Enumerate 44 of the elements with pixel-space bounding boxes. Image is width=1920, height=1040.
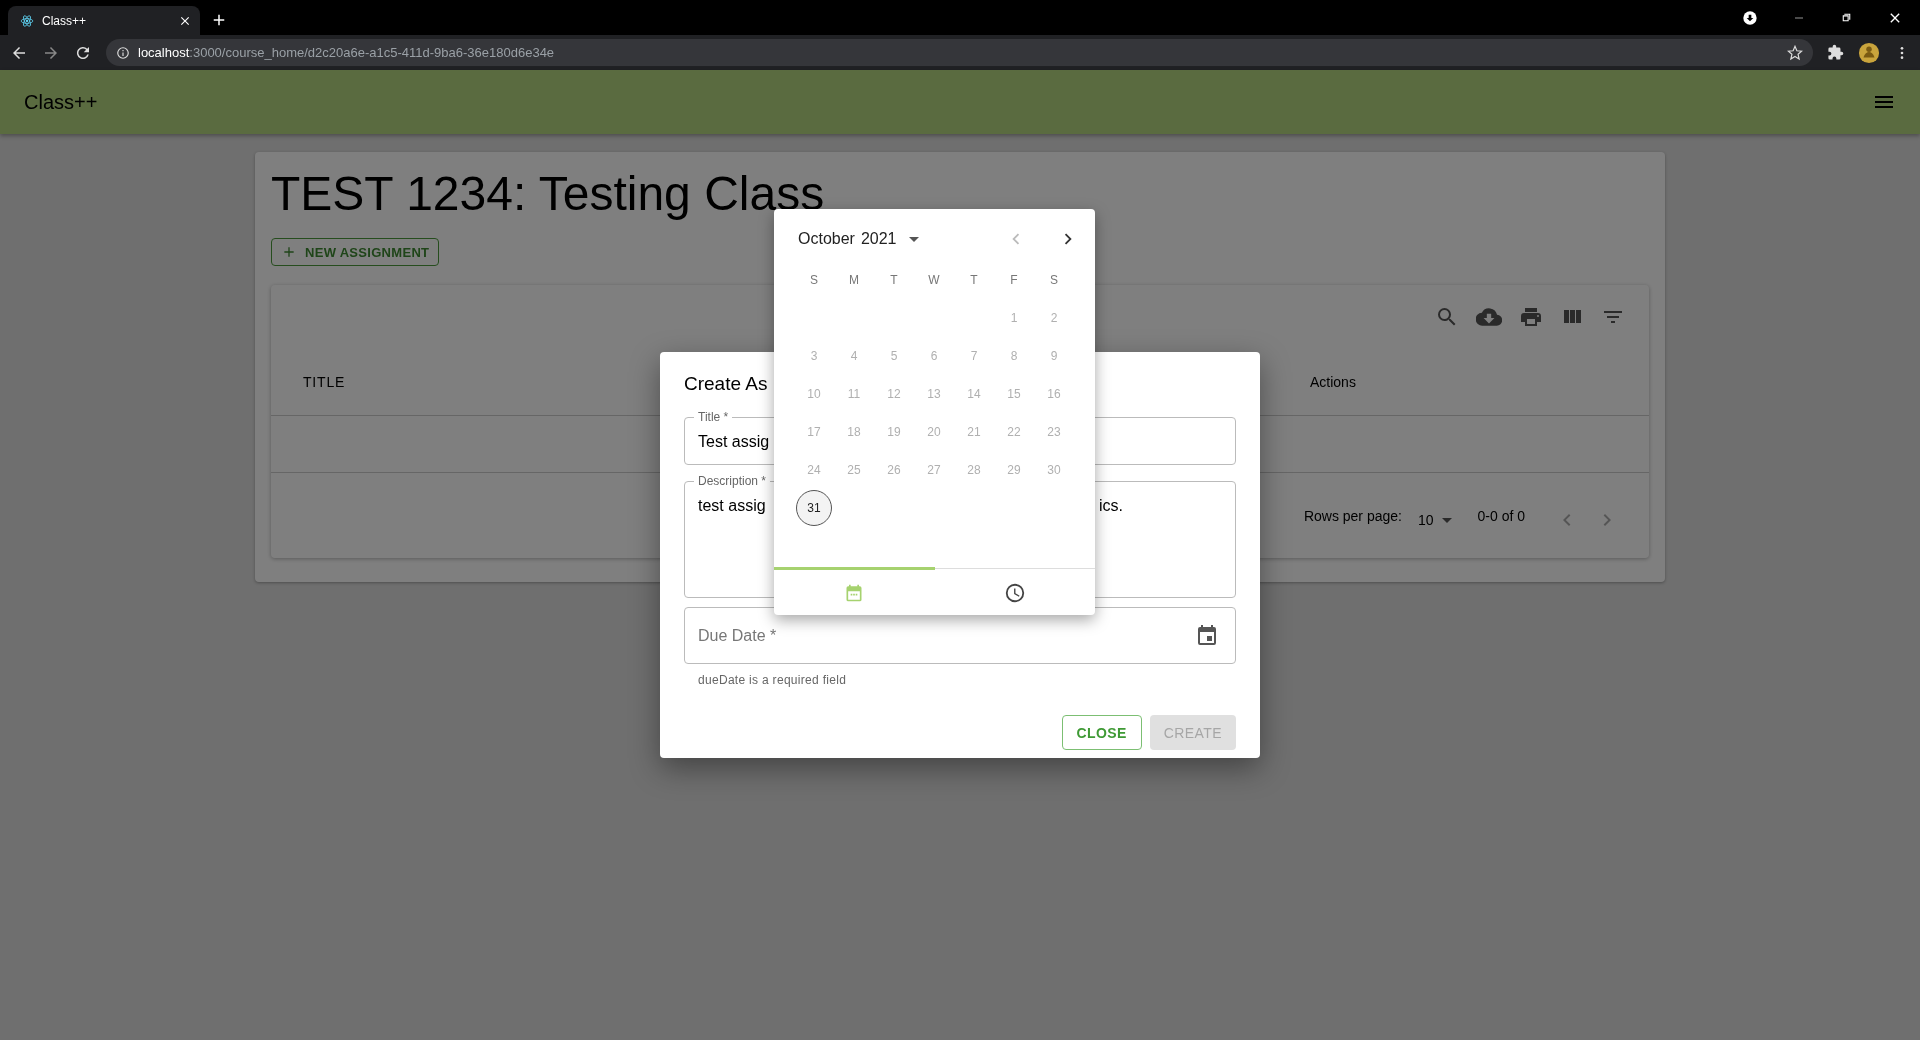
field-label: Description * xyxy=(697,474,768,488)
calendar-day[interactable]: 31 xyxy=(796,490,832,526)
weekday-label: T xyxy=(889,272,899,289)
weekday-label: W xyxy=(927,272,941,289)
browser-tab[interactable]: Class++ xyxy=(8,6,200,35)
calendar-icon xyxy=(844,582,865,603)
column-header: Actions xyxy=(1310,374,1356,390)
weekday-label: T xyxy=(969,272,979,289)
field-placeholder: Due Date * xyxy=(698,625,778,646)
dialog-button[interactable]: CLOSE xyxy=(1061,715,1142,750)
dialog-title: Create As xyxy=(684,372,768,396)
weekday-label: S xyxy=(1049,272,1059,289)
page-range: 0-0 of 0 xyxy=(1477,507,1525,524)
weekday-label: M xyxy=(848,272,860,289)
plus-icon xyxy=(281,244,297,260)
helper-text: dueDate is a required field xyxy=(698,673,848,687)
info-icon[interactable] xyxy=(116,45,130,60)
restore-icon[interactable] xyxy=(1840,11,1853,24)
field-value: Test assig xyxy=(698,432,770,452)
tab-title: Class++ xyxy=(42,13,88,28)
star-icon[interactable] xyxy=(1787,44,1803,61)
caret-icon[interactable] xyxy=(908,236,919,242)
app-title: Class++ xyxy=(24,90,98,114)
column-header: TITLE xyxy=(303,374,346,390)
printer-icon[interactable] xyxy=(1519,305,1543,329)
month-year-label[interactable]: October 2021 xyxy=(798,230,897,248)
new-assignment-button[interactable]: NEW ASSIGNMENT xyxy=(271,238,440,266)
calendar-icon[interactable] xyxy=(1195,623,1219,648)
field-label: Title * xyxy=(697,410,730,424)
weekday-label: F xyxy=(1009,272,1019,289)
puzzle-icon[interactable] xyxy=(1827,44,1844,61)
download-icon[interactable] xyxy=(1742,9,1758,26)
address-bar[interactable]: localhost:3000/course_home/d2c20a6e-a1c5-411d-9ba6-36e180d6e34e xyxy=(106,39,1813,66)
rows-per-page-label: Rows per page: xyxy=(1303,507,1402,524)
avatar-icon[interactable] xyxy=(1858,41,1880,64)
weekday-label: S xyxy=(809,272,819,289)
rows-per-page-select[interactable]: 10 xyxy=(1417,503,1458,528)
clock-icon xyxy=(1003,581,1026,604)
field-value: ics. xyxy=(1099,496,1123,516)
url-text: localhost:3000/course_home/d2c20a6e-a1c5-411d-9ba6-36e180d6e34e xyxy=(138,45,556,60)
course-title: TEST 1234: Testing Class xyxy=(271,166,826,222)
field-value: test assig xyxy=(698,496,766,516)
atom-icon xyxy=(20,13,34,28)
caret-icon xyxy=(1441,518,1452,523)
